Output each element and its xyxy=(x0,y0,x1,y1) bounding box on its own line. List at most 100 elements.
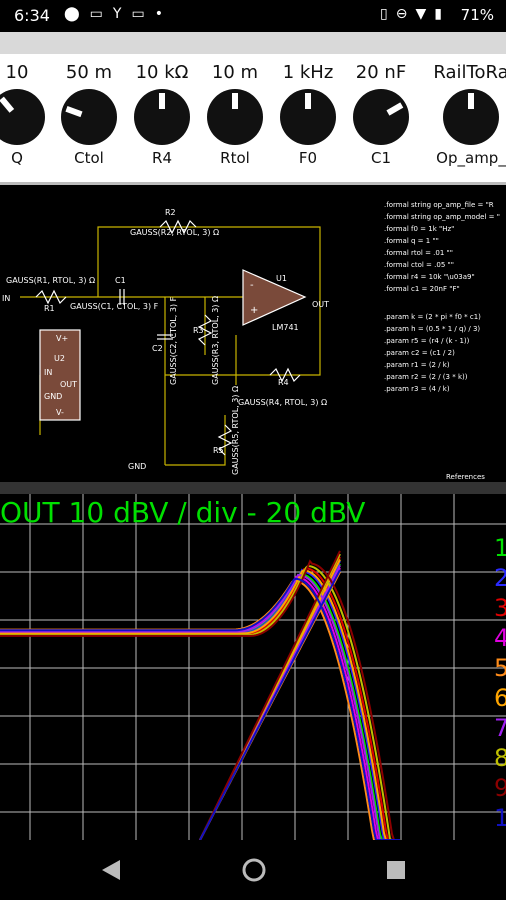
location-icon: ⬤ xyxy=(64,6,90,22)
dot-icon: • xyxy=(154,6,173,22)
knob-indicator xyxy=(0,96,15,113)
knob-indicator xyxy=(468,93,474,109)
directive: .formal f0 = 1k "Hz" xyxy=(384,225,454,233)
legend-entry: 2 xyxy=(494,564,506,592)
scope-plot[interactable]: 12345678910 xyxy=(0,494,506,840)
scope-title: OUT 10 dBV / div - 20 dBV xyxy=(0,496,366,529)
knob-dial[interactable] xyxy=(207,89,263,145)
u2-pin-in: IN xyxy=(44,368,52,377)
gnd-label: GND xyxy=(128,462,146,471)
knob-rtol[interactable]: 10 m Rtol xyxy=(200,54,270,167)
knob-r4[interactable]: 10 kΩ R4 xyxy=(127,54,197,167)
sim-icon: ▭ xyxy=(89,6,113,22)
knob-c1[interactable]: 20 nF C1 xyxy=(346,54,416,167)
response-trace-8 xyxy=(0,564,400,840)
y-icon: Y xyxy=(112,6,132,22)
notification-icons: ⬤▭Y▭• xyxy=(64,6,173,22)
u2-pin-vp: V+ xyxy=(56,334,68,343)
references-label: References xyxy=(446,473,485,481)
svg-text:+: + xyxy=(250,305,258,316)
directive: .param r1 = (2 / k) xyxy=(384,361,450,369)
vibrate-icon: ▯ xyxy=(380,6,396,22)
legend-entry: 5 xyxy=(494,654,506,682)
c1-gauss: GAUSS(C1, CTOL, 3) F xyxy=(70,302,159,311)
r3-label: R3 xyxy=(193,326,204,335)
knob-op-amp[interactable]: RailToRa Op_amp_ xyxy=(426,54,506,167)
knob-dial[interactable] xyxy=(0,89,45,145)
directive: .formal rtol = .01 "" xyxy=(384,249,453,257)
c2-gauss: GAUSS(C2, CTOL, 3) F xyxy=(169,296,178,385)
knob-f0[interactable]: 1 kHz F0 xyxy=(273,54,343,167)
dnd-icon: ⊖ xyxy=(395,6,416,22)
knob-value: 20 nF xyxy=(355,62,407,83)
directive: .formal string op_amp_file = "R xyxy=(384,201,494,209)
u2-pin-vm: V- xyxy=(56,408,64,417)
c1-label: C1 xyxy=(115,276,126,285)
directive: .param k = (2 * pi * f0 * c1) xyxy=(384,313,481,321)
legend-entry: 3 xyxy=(494,594,506,622)
spice-directives: .formal string op_amp_file = "R .formal … xyxy=(384,201,500,481)
knob-value: 1 kHz xyxy=(282,62,334,83)
svg-text:-: - xyxy=(250,280,254,291)
legend-entry: 1 xyxy=(494,534,506,562)
r1-gauss: GAUSS(R1, RTOL, 3) Ω xyxy=(6,276,95,285)
r5-label: R5 xyxy=(213,446,224,455)
response-trace-2 xyxy=(0,568,400,840)
c2-label: C2 xyxy=(152,344,163,353)
knob-q[interactable]: 10 Q xyxy=(0,54,52,167)
scope-view[interactable]: 12345678910 OUT 10 dBV / div - 20 dBV xyxy=(0,494,506,840)
legend-entry: 6 xyxy=(494,684,506,712)
r5-gauss: GAUSS(R5, RTOL, 3) Ω xyxy=(231,386,240,475)
r2-gauss: GAUSS(R2, RTOL, 3) Ω xyxy=(130,228,219,237)
knob-dial[interactable] xyxy=(134,89,190,145)
legend-entry: 8 xyxy=(494,744,506,772)
r1-label: R1 xyxy=(44,304,55,313)
directive: .formal string op_amp_model = " xyxy=(384,213,500,221)
response-trace-9 xyxy=(0,559,400,840)
directive: .formal q = 1 "" xyxy=(384,237,439,245)
u1-label: U1 xyxy=(276,274,287,283)
knob-value: 10 kΩ xyxy=(135,62,189,83)
in-label: IN xyxy=(2,294,10,303)
directive: .param r2 = (2 / (3 * k)) xyxy=(384,373,468,381)
knob-dial[interactable] xyxy=(61,89,117,145)
r4-label: R4 xyxy=(278,378,289,387)
back-icon[interactable] xyxy=(98,856,126,884)
legend-entry: 4 xyxy=(494,624,506,652)
directive: .param h = (0.5 * 1 / q) / 3) xyxy=(384,325,480,333)
u2-pin-gnd: GND xyxy=(44,392,62,401)
knob-ctol[interactable]: 50 m Ctol xyxy=(54,54,124,167)
knob-label: Rtol xyxy=(220,149,250,167)
directive: .formal ctol = .05 "" xyxy=(384,261,454,269)
directive: .param r3 = (4 / k) xyxy=(384,385,450,393)
r4-gauss: GAUSS(R4, RTOL, 3) Ω xyxy=(238,398,327,407)
knob-indicator xyxy=(65,105,83,118)
pane-divider[interactable] xyxy=(0,482,506,494)
battery-icon: ▮ xyxy=(434,6,450,22)
knob-value: 10 m xyxy=(211,62,259,83)
home-icon[interactable] xyxy=(240,856,268,884)
knob-label: F0 xyxy=(298,149,318,167)
status-bar: 6:34 ⬤▭Y▭• ▯⊖▼▮ 71% xyxy=(0,0,506,32)
schematic-view[interactable]: - + R2 GAUSS(R2, RTOL, 3) Ω GAUSS(R1, RT… xyxy=(0,182,506,482)
recents-icon[interactable] xyxy=(382,856,410,884)
knob-value: RailToRa xyxy=(433,62,506,83)
knob-dial[interactable] xyxy=(280,89,336,145)
rising-trace-9 xyxy=(199,550,341,840)
r3-gauss: GAUSS(R3, RTOL, 3) Ω xyxy=(211,296,220,385)
schematic-canvas[interactable]: - + R2 GAUSS(R2, RTOL, 3) Ω GAUSS(R1, RT… xyxy=(0,185,506,482)
knob-dial[interactable] xyxy=(443,89,499,145)
u2-pin-out: OUT xyxy=(60,380,77,389)
knob-label: C1 xyxy=(370,149,392,167)
knob-label: Ctol xyxy=(74,149,104,167)
battery-percent: 71% xyxy=(460,6,494,24)
directive: .formal c1 = 20nF "F" xyxy=(384,285,460,293)
directive: .formal r4 = 10k "\u03a9" xyxy=(384,273,475,281)
navigation-bar xyxy=(0,840,506,900)
knob-indicator xyxy=(232,93,238,109)
knob-indicator xyxy=(159,93,165,109)
directive: .param c2 = (c1 / 2) xyxy=(384,349,455,357)
clock: 6:34 xyxy=(14,6,50,25)
legend-entry: 10 xyxy=(494,804,506,832)
knob-dial[interactable] xyxy=(353,89,409,145)
